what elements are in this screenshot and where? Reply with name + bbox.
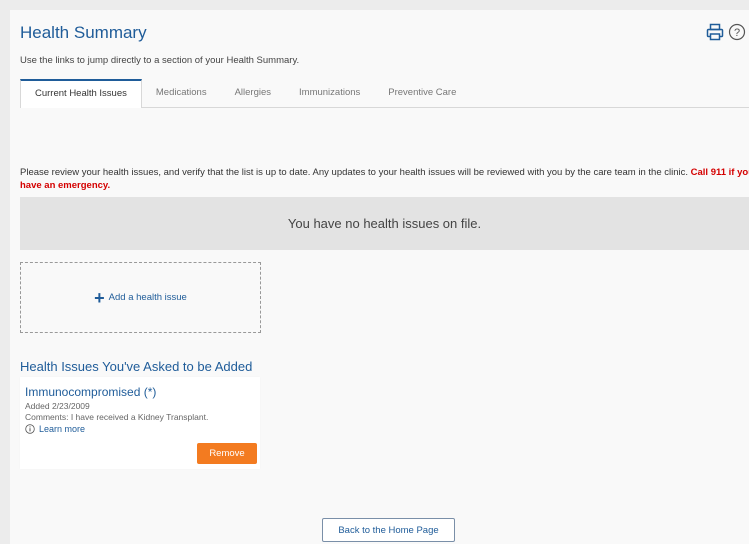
tab-immunizations[interactable]: Immunizations <box>285 79 374 107</box>
issue-comments: Comments: I have received a Kidney Trans… <box>25 412 209 422</box>
page-subtitle: Use the links to jump directly to a sect… <box>20 55 300 66</box>
issue-added-date: Added 2/23/2009 <box>25 401 90 411</box>
requested-issue-card: Immunocompromised (*) Added 2/23/2009 Co… <box>20 377 260 469</box>
learn-more-label: Learn more <box>39 424 86 434</box>
tab-current-health-issues[interactable]: Current Health Issues <box>20 79 142 108</box>
review-notice: Please review your health issues, and ve… <box>20 166 749 192</box>
remove-button[interactable]: Remove <box>197 443 257 464</box>
empty-state-banner: You have no health issues on file. <box>20 197 749 250</box>
review-notice-text: Please review your health issues, and ve… <box>20 167 688 178</box>
svg-text:?: ? <box>734 27 740 39</box>
learn-more-link[interactable]: Learn more <box>25 424 85 434</box>
help-icon[interactable]: ? <box>727 22 747 42</box>
add-health-issue-label: Add a health issue <box>108 292 187 303</box>
toolbar: ? <box>705 22 747 42</box>
printer-icon[interactable] <box>705 22 725 42</box>
plus-icon: + <box>94 287 105 308</box>
issue-name: Immunocompromised (*) <box>25 385 157 399</box>
requested-issues-title: Health Issues You've Asked to be Added <box>20 359 253 374</box>
tab-medications[interactable]: Medications <box>142 79 221 107</box>
page-title: Health Summary <box>20 23 147 42</box>
add-health-issue-button[interactable]: + Add a health issue <box>20 262 261 333</box>
health-summary-page: Health Summary ? Use the links to jump d… <box>10 10 749 544</box>
back-to-home-button[interactable]: Back to the Home Page <box>322 518 455 542</box>
tab-allergies[interactable]: Allergies <box>221 79 285 107</box>
tab-bar: Current Health Issues Medications Allerg… <box>20 79 749 108</box>
tab-preventive-care[interactable]: Preventive Care <box>374 79 470 107</box>
info-icon <box>25 424 35 434</box>
